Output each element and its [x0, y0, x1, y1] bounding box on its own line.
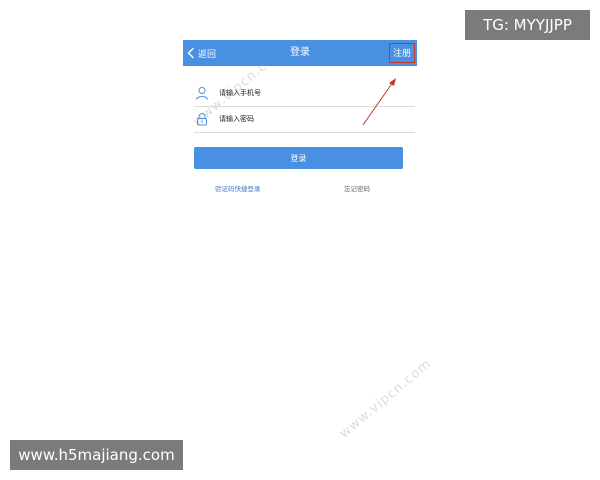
tg-label: TG: MYYJJPP [465, 10, 590, 40]
site-label: www.h5majiang.com [10, 440, 183, 470]
back-label: 返回 [198, 49, 217, 60]
chevron-left-icon [187, 47, 194, 59]
password-input[interactable] [219, 115, 399, 123]
phone-field [194, 80, 415, 107]
password-field [194, 106, 415, 133]
user-icon [196, 87, 208, 100]
register-button[interactable]: 注册 [388, 43, 415, 63]
lock-icon [197, 113, 207, 126]
back-button[interactable]: 返回 [187, 40, 216, 66]
login-screen: 返回 登录 注册 登录 验证码快捷登录 忘记密码 [183, 40, 417, 200]
quick-login-link[interactable]: 验证码快捷登录 [215, 183, 261, 193]
phone-input[interactable] [219, 89, 399, 97]
login-button[interactable]: 登录 [194, 147, 403, 169]
forgot-password-link[interactable]: 忘记密码 [344, 183, 370, 193]
page-title: 登录 [290, 47, 310, 58]
navbar: 返回 登录 注册 [183, 40, 417, 66]
watermark: www.vipcn.com [337, 356, 435, 442]
